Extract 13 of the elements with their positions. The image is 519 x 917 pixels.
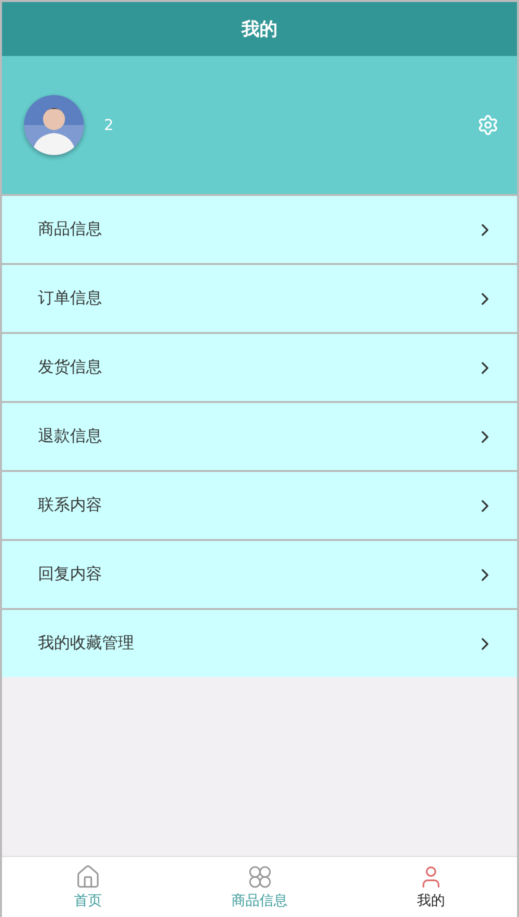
- menu-item[interactable]: 商品信息: [2, 194, 517, 263]
- menu-item[interactable]: 联系内容: [2, 470, 517, 539]
- menu-item[interactable]: 订单信息: [2, 263, 517, 332]
- home-icon: [74, 864, 101, 890]
- settings-icon[interactable]: [477, 114, 499, 136]
- username: 2: [104, 116, 115, 134]
- grid-icon: [246, 864, 272, 890]
- menu-item[interactable]: 退款信息: [2, 401, 517, 470]
- menu-item[interactable]: 发货信息: [2, 332, 517, 401]
- page-title: 我的: [242, 18, 278, 41]
- menu-item[interactable]: 回复内容: [2, 539, 517, 608]
- tab[interactable]: 我的: [345, 857, 518, 917]
- menu-item[interactable]: 我的收藏管理: [2, 608, 517, 677]
